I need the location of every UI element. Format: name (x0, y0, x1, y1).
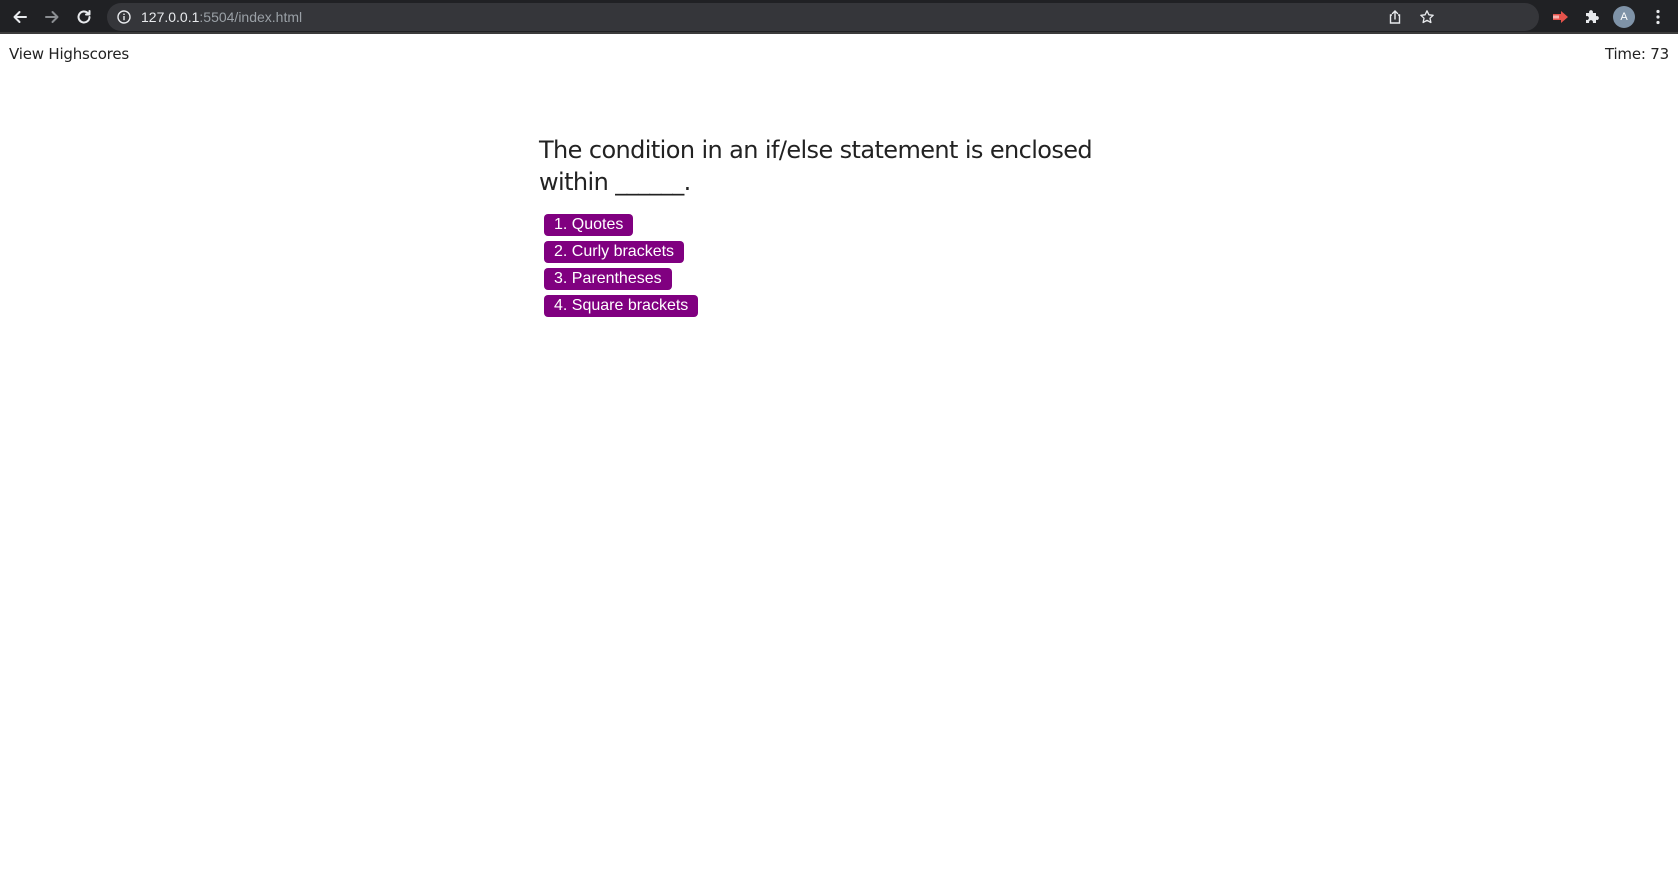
quiz-page: View Highscores Time: 73 The condition i… (0, 34, 1678, 896)
timer-display: Time: 73 (1604, 45, 1669, 63)
address-bar[interactable]: 127.0.0.1:5504/index.html (107, 3, 1539, 31)
question-text: The condition in an if/else statement is… (539, 136, 1093, 196)
bookmark-star-icon[interactable] (1419, 9, 1435, 25)
kebab-menu-icon[interactable] (1648, 7, 1668, 27)
url-path: :5504/index.html (199, 9, 303, 25)
browser-toolbar: 127.0.0.1:5504/index.html A (0, 0, 1678, 34)
extensions-puzzle-icon[interactable] (1582, 7, 1602, 27)
reload-icon[interactable] (72, 5, 96, 29)
question-card: The condition in an if/else statement is… (539, 134, 1139, 317)
forward-arrow-icon[interactable] (40, 5, 64, 29)
profile-avatar[interactable]: A (1613, 6, 1635, 28)
answer-button-square-brackets[interactable]: 4. Square brackets (544, 295, 699, 317)
answer-button-parentheses[interactable]: 3. Parentheses (544, 268, 672, 290)
share-icon[interactable] (1387, 9, 1403, 25)
extension-red-icon[interactable] (1551, 7, 1571, 27)
answer-button-curly-brackets[interactable]: 2. Curly brackets (544, 241, 685, 263)
back-arrow-icon[interactable] (8, 5, 32, 29)
url-text: 127.0.0.1:5504/index.html (141, 9, 302, 25)
view-highscores-link[interactable]: View Highscores (9, 45, 129, 63)
answer-button-quotes[interactable]: 1. Quotes (544, 214, 634, 236)
site-info-icon[interactable] (117, 10, 131, 24)
answer-choices: 1. Quotes 2. Curly brackets 3. Parenthes… (544, 214, 1139, 317)
url-host: 127.0.0.1 (141, 9, 200, 25)
